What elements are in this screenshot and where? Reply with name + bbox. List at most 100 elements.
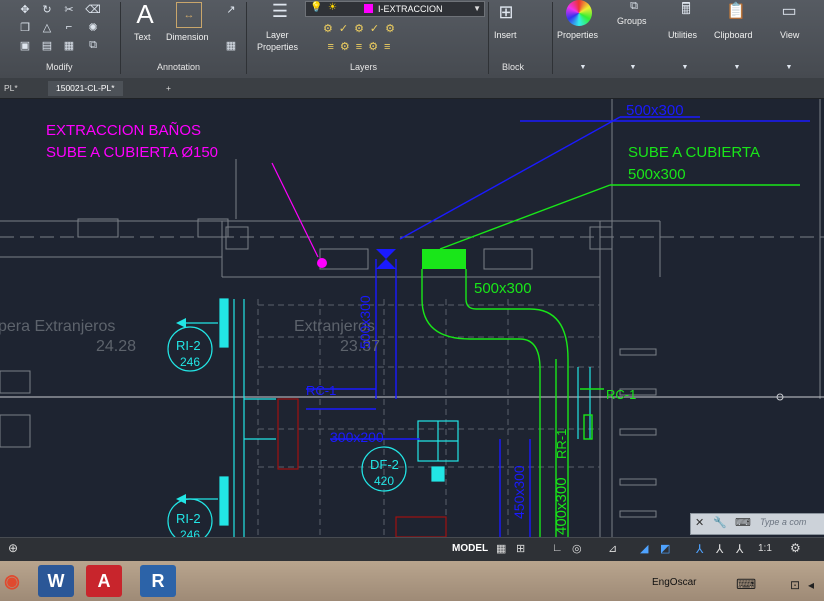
panel-expand-icon[interactable]: ▼ xyxy=(628,62,638,72)
lightbulb-icon: 💡 xyxy=(310,2,323,13)
label-duct-green: 500x300 xyxy=(474,280,532,297)
table-icon[interactable]: ▦ xyxy=(224,38,238,52)
groups-button-label[interactable]: Groups xyxy=(617,16,647,26)
tab-file-1[interactable]: PL* xyxy=(0,81,26,96)
trim-icon[interactable]: ✂ xyxy=(62,2,76,16)
word-icon[interactable]: W xyxy=(38,565,74,597)
utilities-button-label[interactable]: Utilities xyxy=(668,30,697,40)
scale-icon[interactable]: ▤ xyxy=(40,38,54,52)
insert-button-label[interactable]: Insert xyxy=(494,30,517,40)
layer-tools-icon[interactable]: ⚙✓⚙✓⚙ xyxy=(312,20,412,36)
annotation-visibility-icon[interactable]: ⅄ xyxy=(696,542,703,556)
panel-label-block[interactable]: Block xyxy=(502,62,524,72)
layer-properties-label-2[interactable]: Properties xyxy=(257,42,298,52)
view-button-label[interactable]: View xyxy=(780,30,799,40)
layer-dropdown[interactable]: 💡 ☀ I-EXTRACCION ▼ xyxy=(305,1,485,17)
dimension-icon[interactable]: ↔ xyxy=(176,2,202,28)
panel-label-layers[interactable]: Layers xyxy=(350,62,377,72)
model-space-button[interactable]: MODEL xyxy=(448,541,492,557)
tab-file-2[interactable]: 150021-CL-PL* xyxy=(48,81,123,96)
groups-icon[interactable]: ⧉ xyxy=(624,0,644,12)
status-bar: ⊕ ▦ ⊞ ∟ ◎ ⊿ ◢ ◩ ⅄ ⅄ ⅄ 1:1 ⚙ xyxy=(0,537,824,562)
label-green-vertical: 400x300 xyxy=(553,477,570,535)
view-icon[interactable]: ▭ xyxy=(778,0,800,22)
explode-icon[interactable]: ✺ xyxy=(86,20,100,34)
room-area-1: 24.28 xyxy=(96,338,136,355)
properties-icon[interactable] xyxy=(566,0,592,26)
green-ducts xyxy=(421,184,800,537)
sun-icon: ☀ xyxy=(328,2,337,13)
add-layout-button[interactable]: ⊕ xyxy=(8,541,18,555)
user-name[interactable]: EngOscar xyxy=(652,577,696,588)
text-button-label[interactable]: Text xyxy=(134,32,151,42)
transparency-icon[interactable]: ◩ xyxy=(660,542,670,555)
tag-df2-top: DF-2 xyxy=(370,457,399,472)
rotate-icon[interactable]: ↻ xyxy=(40,2,54,16)
panel-expand-icon[interactable]: ▼ xyxy=(732,62,742,72)
chrome-icon[interactable]: ◉ xyxy=(0,565,30,597)
network-icon[interactable]: ⊡ xyxy=(790,578,800,592)
separator xyxy=(246,2,247,74)
layer-name: I-EXTRACCION xyxy=(378,4,443,14)
layer-properties-icon[interactable]: ☰ xyxy=(268,0,292,22)
array-icon[interactable]: ▦ xyxy=(62,38,76,52)
panel-label-modify[interactable]: Modify xyxy=(46,62,73,72)
polar-icon[interactable]: ◎ xyxy=(572,542,582,555)
stretch-icon[interactable]: ▣ xyxy=(18,38,32,52)
walls xyxy=(0,99,824,537)
label-extraccion-1: EXTRACCION BAÑOS xyxy=(46,122,201,139)
room-name-1: pera Extranjeros xyxy=(0,318,115,335)
ortho-icon[interactable]: ∟ xyxy=(552,542,563,554)
insert-icon[interactable]: ⊞ xyxy=(494,0,518,24)
label-blue-horizontal: 300x200 xyxy=(330,429,384,445)
grid-icon[interactable]: ▦ xyxy=(496,542,506,555)
chevron-down-icon: ▼ xyxy=(473,4,481,13)
dimension-button-label[interactable]: Dimension xyxy=(166,32,209,42)
clipboard-icon[interactable]: 📋 xyxy=(726,0,746,22)
revit-icon[interactable]: R xyxy=(140,565,176,597)
separator xyxy=(552,2,553,74)
annotation-scale-icon[interactable]: ⅄ xyxy=(736,542,743,556)
blue-damper-icon xyxy=(376,249,396,269)
osnap-icon[interactable]: ⊿ xyxy=(608,542,617,555)
lineweight-icon[interactable]: ◢ xyxy=(640,542,648,555)
command-history-icon[interactable]: ⌨ xyxy=(735,516,751,529)
offset-icon[interactable]: ⧉ xyxy=(86,38,100,52)
green-grille-icon xyxy=(422,249,466,269)
tag-ri2-b-bottom: 246 xyxy=(180,528,200,537)
separator xyxy=(120,2,121,74)
annotation-scale-value[interactable]: 1:1 xyxy=(758,543,772,554)
label-blue-vertical-2: 450x300 xyxy=(511,465,527,519)
ribbon: ✥ ↻ ✂ ❐ △ ⌐ ▣ ▤ ▦ ⌫ ✺ ⧉ Modify A Text ↔ … xyxy=(0,0,824,79)
erase-icon[interactable]: ⌫ xyxy=(85,2,101,16)
text-icon[interactable]: A xyxy=(132,0,158,29)
utilities-icon[interactable]: 🖩 xyxy=(676,0,696,22)
tag-rr1: RR-1 xyxy=(554,429,569,459)
layer-tools-2-icon[interactable]: ≡⚙≡⚙≡ xyxy=(312,38,412,54)
move-icon[interactable]: ✥ xyxy=(18,2,32,16)
volume-icon[interactable]: ◂ xyxy=(808,578,814,592)
gear-icon[interactable]: ⚙ xyxy=(790,541,801,555)
drawing: EXTRACCION BAÑOS SUBE A CUBIERTA Ø150 SU… xyxy=(0,99,824,537)
annotation-autoscale-icon[interactable]: ⅄ xyxy=(716,542,723,556)
properties-button-label[interactable]: Properties xyxy=(557,30,598,40)
close-icon[interactable]: ✕ xyxy=(695,516,704,529)
tag-rc1: RC-1 xyxy=(606,387,636,402)
panel-label-annotation[interactable]: Annotation xyxy=(157,62,200,72)
layer-properties-label-1[interactable]: Layer xyxy=(266,30,289,40)
panel-expand-icon[interactable]: ▼ xyxy=(784,62,794,72)
autocad-icon[interactable]: A xyxy=(86,565,122,597)
panel-expand-icon[interactable]: ▼ xyxy=(578,62,588,72)
panel-expand-icon[interactable]: ▼ xyxy=(680,62,690,72)
mirror-icon[interactable]: △ xyxy=(40,20,54,34)
clipboard-button-label[interactable]: Clipboard xyxy=(714,30,753,40)
command-input[interactable]: Type a com xyxy=(760,517,806,527)
fillet-icon[interactable]: ⌐ xyxy=(62,20,76,34)
snap-icon[interactable]: ⊞ xyxy=(516,542,525,555)
drawing-canvas[interactable]: EXTRACCION BAÑOS SUBE A CUBIERTA Ø150 SU… xyxy=(0,99,824,537)
leader-icon[interactable]: ↗ xyxy=(224,2,238,16)
keyboard-icon[interactable]: ⌨ xyxy=(736,576,756,593)
new-tab-button[interactable]: + xyxy=(158,81,179,96)
wrench-icon[interactable]: 🔧 xyxy=(713,516,727,529)
copy-icon[interactable]: ❐ xyxy=(18,20,32,34)
